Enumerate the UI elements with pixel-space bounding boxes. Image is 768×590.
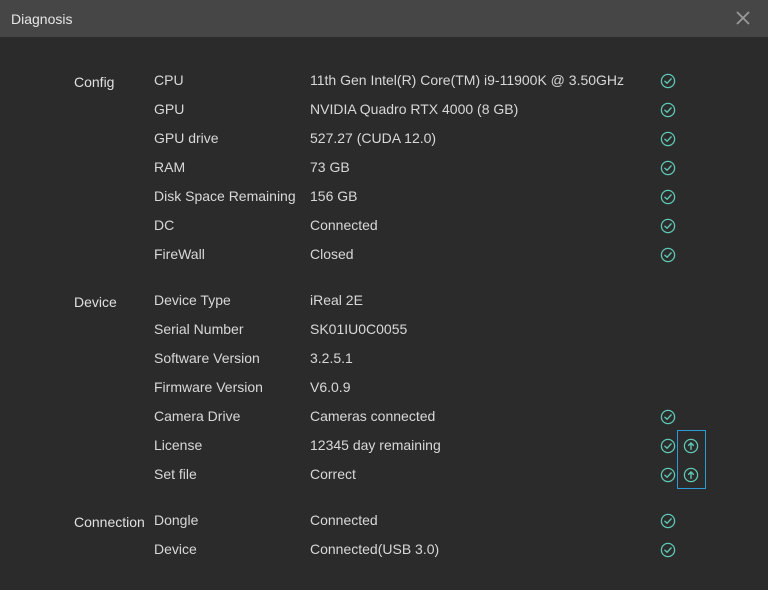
row-value-dongle: Connected — [310, 512, 378, 528]
check-circle-icon — [660, 467, 676, 483]
row-value-software-version: 3.2.5.1 — [310, 350, 353, 366]
close-button[interactable] — [732, 7, 754, 29]
row-label-cpu: CPU — [154, 72, 184, 88]
check-circle-icon — [660, 218, 676, 234]
check-circle-icon — [660, 409, 676, 425]
row-label-disk-space: Disk Space Remaining — [154, 188, 296, 204]
row-value-dc: Connected — [310, 217, 378, 233]
row-value-gpu: NVIDIA Quadro RTX 4000 (8 GB) — [310, 101, 519, 117]
row-label-gpu-drive: GPU drive — [154, 130, 219, 146]
row-label-serial-number: Serial Number — [154, 321, 244, 337]
check-circle-icon — [660, 542, 676, 558]
window-title: Diagnosis — [11, 11, 73, 27]
row-value-firmware-version: V6.0.9 — [310, 379, 351, 395]
title-bar: Diagnosis — [0, 0, 768, 37]
row-value-camera-drive: Cameras connected — [310, 408, 436, 424]
set-file-upload-button[interactable] — [683, 467, 699, 483]
check-circle-icon — [660, 513, 676, 529]
section-connection-label: Connection — [74, 514, 145, 530]
row-label-device-connection: Device — [154, 541, 197, 557]
row-label-camera-drive: Camera Drive — [154, 408, 241, 424]
check-circle-icon — [660, 160, 676, 176]
row-value-set-file: Correct — [310, 466, 356, 482]
row-label-dongle: Dongle — [154, 512, 199, 528]
row-value-license: 12345 day remaining — [310, 437, 441, 453]
row-value-ram: 73 GB — [310, 159, 350, 175]
row-value-cpu: 11th Gen Intel(R) Core(TM) i9-11900K @ 3… — [310, 72, 625, 88]
row-value-disk-space: 156 GB — [310, 188, 358, 204]
section-config-label: Config — [74, 74, 115, 90]
row-value-device-type: iReal 2E — [310, 292, 363, 308]
row-value-device-connection: Connected(USB 3.0) — [310, 541, 440, 557]
section-device-label: Device — [74, 294, 117, 310]
license-upload-button[interactable] — [683, 438, 699, 454]
row-label-firewall: FireWall — [154, 246, 205, 262]
check-circle-icon — [660, 73, 676, 89]
row-label-set-file: Set file — [154, 466, 197, 482]
upload-circle-icon — [683, 467, 699, 483]
upload-circle-icon — [683, 438, 699, 454]
row-label-license: License — [154, 437, 203, 453]
check-circle-icon — [660, 438, 676, 454]
check-circle-icon — [660, 102, 676, 118]
row-label-gpu: GPU — [154, 101, 185, 117]
check-circle-icon — [660, 131, 676, 147]
row-label-firmware-version: Firmware Version — [154, 379, 263, 395]
row-value-serial-number: SK01IU0C0055 — [310, 321, 408, 337]
row-label-ram: RAM — [154, 159, 186, 175]
row-value-firewall: Closed — [310, 246, 354, 262]
row-value-gpu-drive: 527.27 (CUDA 12.0) — [310, 130, 437, 146]
close-icon — [736, 11, 750, 25]
row-label-device-type: Device Type — [154, 292, 231, 308]
check-circle-icon — [660, 247, 676, 263]
row-label-dc: DC — [154, 217, 175, 233]
row-label-software-version: Software Version — [154, 350, 260, 366]
check-circle-icon — [660, 189, 676, 205]
